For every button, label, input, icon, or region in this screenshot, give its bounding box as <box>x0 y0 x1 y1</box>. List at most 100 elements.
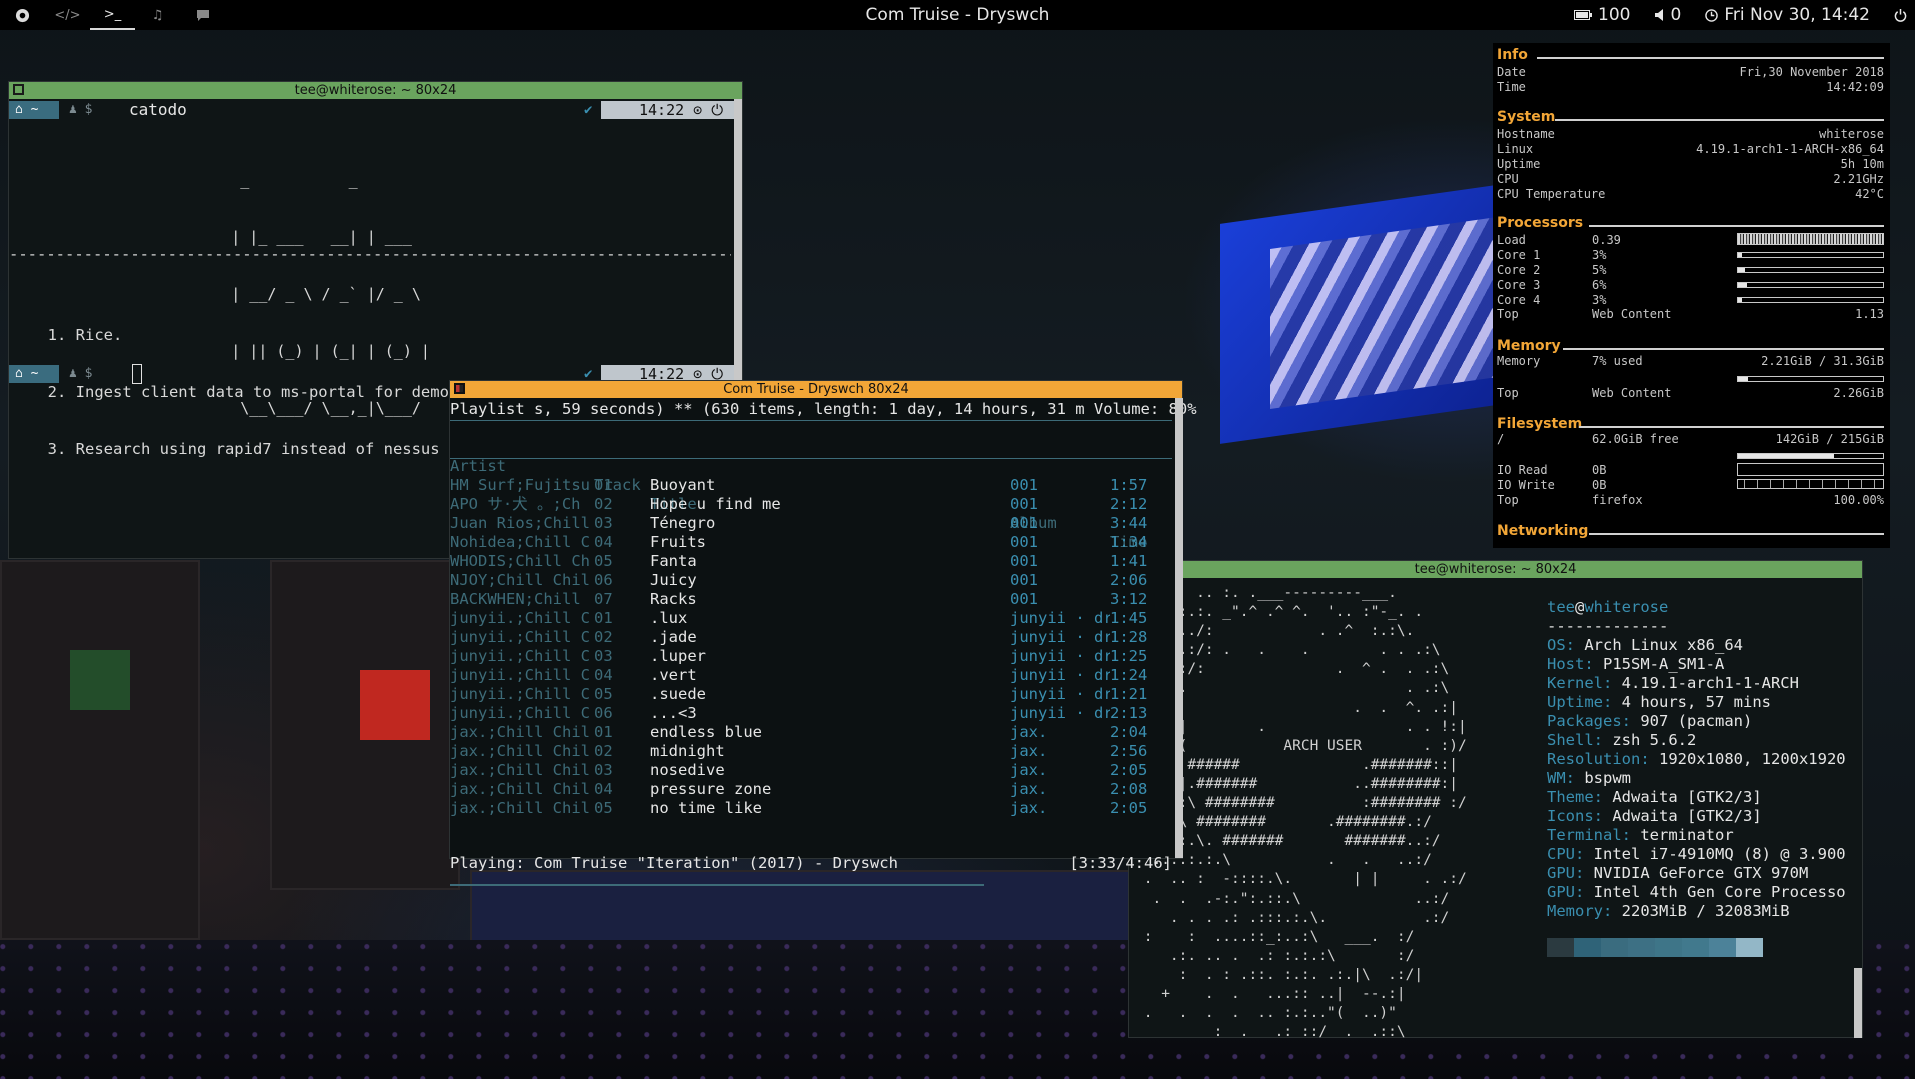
music-icon[interactable]: ♫ <box>135 0 180 30</box>
neofetch-terminal-window[interactable]: tee@whiterose: ~ 80x24 . .. :. .___-----… <box>1128 560 1863 1038</box>
ascii-line: : . : .::. :.:. .:.|\ .:/| <box>1135 966 1424 983</box>
ascii-line: .:. .. . .: :.:.:\ :/ <box>1135 947 1415 964</box>
arch-ascii-art: . .. :. .___---------___. . :.:. _".^ .^… <box>1135 584 1467 1038</box>
volume-icon <box>1654 9 1663 21</box>
track-title: ...<3 <box>650 704 697 722</box>
ascii-line: . .::.\. ####### #######..:/ <box>1135 833 1441 850</box>
playlist-row[interactable]: junyii.;Chill C 01 .lux junyii · dr 1:45 <box>450 609 1172 628</box>
chat-icon[interactable] <box>180 0 225 30</box>
playlist-row[interactable]: jax.;Chill Chil 04 pressure zone jax. 2:08 <box>450 780 1172 799</box>
track-album: junyii · dr <box>1010 609 1110 627</box>
track-time: 3:44 <box>1110 514 1148 532</box>
ascii-line: : -.:\ ######## .########.:/ <box>1135 814 1432 831</box>
conky-processor-row: Load 0.39 <box>1497 233 1884 248</box>
track-title: .jade <box>650 628 697 646</box>
track-album: 001 <box>1010 533 1038 551</box>
playlist-row[interactable]: NJOY;Chill Chil 06 Juicy 001 2:06 <box>450 571 1172 590</box>
ascii-line: : : ....::_:..:\ ___. :/ <box>1135 928 1415 945</box>
track-album: 001 <box>1010 514 1038 532</box>
home-segment: ⌂ ~ <box>9 365 59 383</box>
col-artist[interactable]: Artist <box>450 457 506 476</box>
scrollbar[interactable] <box>1175 398 1183 858</box>
terminal-menu-icon[interactable] <box>454 383 465 394</box>
neofetch-terminal-titlebar[interactable]: tee@whiterose: ~ 80x24 <box>1129 561 1862 578</box>
color-swatch <box>1574 938 1601 957</box>
battery-indicator[interactable]: 100 <box>1574 5 1631 25</box>
io-write-graph <box>1737 479 1884 489</box>
neofetch-info-row: Shell: zsh 5.6.2 <box>1547 731 1697 749</box>
playlist-row[interactable]: Juan Rios;Chill 03 Ténegro 001 3:44 <box>450 514 1172 533</box>
track-artist: junyii.;Chill C <box>450 704 590 722</box>
track-title: Fruits <box>650 533 706 551</box>
playlist-row[interactable]: WHODIS;Chill Ch 05 Fanta 001 1:41 <box>450 552 1172 571</box>
ascii-line: _ :::/: . ^ . . .:\ <box>1135 661 1450 678</box>
top-bar: </> >_ ♫ Com Truise - Dryswch 100 0 Fri … <box>0 0 1915 30</box>
track-number: 03 <box>594 647 613 665</box>
playlist-row[interactable]: jax.;Chill Chil 03 nosedive jax. 2:05 <box>450 761 1172 780</box>
track-album: junyii · dr <box>1010 666 1110 684</box>
track-title: endless blue <box>650 723 762 741</box>
track-album: junyii · dr <box>1010 647 1110 665</box>
text-cursor[interactable] <box>132 364 142 384</box>
neofetch-info-row: Resolution: 1920x1080, 1200x1920 <box>1547 750 1846 768</box>
power-icon[interactable] <box>1894 8 1907 22</box>
ncmpcpp-titlebar[interactable]: Com Truise - Dryswch 80x24 <box>450 381 1182 398</box>
neofetch-info-row: Packages: 907 (pacman) <box>1547 712 1753 730</box>
elapsed-time: [3:33/4:46] <box>1069 854 1172 872</box>
clock[interactable]: Fri Nov 30, 14:42 <box>1705 5 1870 25</box>
color-swatch <box>1547 938 1574 957</box>
progress-bar[interactable] <box>450 846 1172 886</box>
conky-info-heading: Info <box>1497 47 1528 63</box>
playlist-row[interactable]: jax.;Chill Chil 01 endless blue jax. 2:04 <box>450 723 1172 742</box>
playlist-row[interactable]: junyii.;Chill C 05 .suede junyii · dr 1:21 <box>450 685 1172 704</box>
ascii-line: +. :.:/: . . . . . .:\ <box>1135 642 1441 659</box>
ascii-line: . .. : -::::.\. | | . .:/ <box>1135 871 1467 888</box>
heading-rule <box>1589 225 1884 227</box>
app-logo-icon[interactable] <box>0 0 45 30</box>
playlist-row[interactable]: jax.;Chill Chil 05 no time like jax. 2:05 <box>450 799 1172 818</box>
playlist-row[interactable]: BACKWHEN;Chill 07 Racks 001 3:12 <box>450 590 1172 609</box>
track-title: pressure zone <box>650 780 772 798</box>
terminal-icon[interactable]: >_ <box>90 0 135 30</box>
ascii-line: .:../: . .^ :.:\. <box>1135 623 1415 640</box>
track-artist: junyii.;Chill C <box>450 609 590 627</box>
neofetch-info-row: Memory: 2203MiB / 32083MiB <box>1547 902 1790 920</box>
track-album: junyii · dr <box>1010 704 1110 722</box>
volume-value: 0 <box>1670 5 1682 25</box>
track-number: 03 <box>594 514 613 532</box>
color-palette <box>1547 938 1763 962</box>
ascii-line: : ..|| . . . !:| <box>1135 718 1467 735</box>
conky-mem-top-row: Top Web Content 2.26GiB <box>1497 386 1884 400</box>
color-swatch <box>1601 938 1628 957</box>
track-title: .vert <box>650 666 697 684</box>
code-icon[interactable]: </> <box>45 0 90 30</box>
ascii-line: .:.|. ###### .#######::| <box>1135 756 1459 773</box>
track-number: 02 <box>594 742 613 760</box>
playlist-row[interactable]: junyii.;Chill C 03 .luper junyii · dr 1:25 <box>450 647 1172 666</box>
track-number: 01 <box>594 723 613 741</box>
playlist-row[interactable]: junyii.;Chill C 04 .vert junyii · dr 1:24 <box>450 666 1172 685</box>
track-time: 1:45 <box>1110 609 1148 627</box>
track-artist: Juan Rios;Chill <box>450 514 590 532</box>
track-time: 2:56 <box>1110 742 1148 760</box>
wallpaper-arcade-cabinet <box>0 560 200 940</box>
playlist-row[interactable]: junyii.;Chill C 06 ...<3 junyii · dr 2:13 <box>450 704 1172 723</box>
core-usage-bar <box>1737 252 1884 258</box>
ncmpcpp-window[interactable]: Com Truise - Dryswch 80x24 Playlist s, 5… <box>449 380 1197 886</box>
playlist-row[interactable]: jax.;Chill Chil 02 midnight jax. 2:56 <box>450 742 1172 761</box>
playlist-row[interactable]: Nohidea;Chill C 04 Fruits 001 1:34 <box>450 533 1172 552</box>
scrollbar[interactable] <box>1854 968 1862 1038</box>
playlist-row[interactable]: junyii.;Chill C 02 .jade junyii · dr 1:28 <box>450 628 1172 647</box>
track-artist: APO サ·犬 。;Ch <box>450 495 581 513</box>
track-number: 02 <box>594 628 613 646</box>
terminal-menu-icon[interactable] <box>13 84 24 95</box>
conky-memory-row: Memory 7% used 2.21GiB / 31.3GiB <box>1497 354 1884 368</box>
playlist-row[interactable]: HM Surf;Fujitsu 01 Buoyant 001 1:57 <box>450 476 1172 495</box>
todo-terminal-titlebar[interactable]: tee@whiterose: ~ 80x24 <box>9 82 742 99</box>
volume-indicator[interactable]: 0 <box>1654 5 1682 25</box>
playlist-row[interactable]: APO サ·犬 。;Ch 02 Hope u find me 001 2:12 <box>450 495 1172 514</box>
battery-value: 100 <box>1598 5 1631 25</box>
track-album: jax. <box>1010 799 1048 817</box>
track-number: 01 <box>594 476 613 494</box>
color-swatch <box>1682 938 1709 957</box>
